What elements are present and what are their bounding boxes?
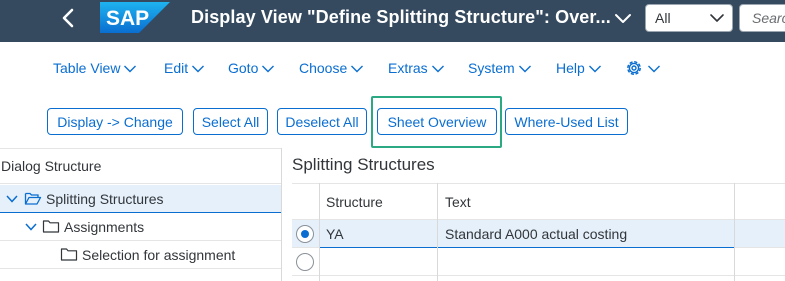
table-header: Structure Text [292,183,785,220]
menu-label: Extras [388,60,428,76]
chevron-down-icon [192,65,205,73]
menu-extras[interactable]: Extras [388,56,445,80]
menu-label: Edit [164,60,189,76]
menu-help[interactable]: Help [556,56,602,80]
menu-goto[interactable]: Goto [228,56,275,80]
deselect-all-button[interactable]: Deselect All [277,108,367,135]
menu-system[interactable]: System [468,56,532,80]
tree-node-label: Assignments [64,219,145,235]
menu-choose[interactable]: Choose [299,56,364,80]
column-divider [319,183,320,281]
tree-node-splitting-structures[interactable]: Splitting Structures [0,185,281,213]
chevron-down-icon [262,65,275,73]
chevron-down-icon [351,65,364,73]
logo-text: SAP [106,7,149,30]
menu-edit[interactable]: Edit [164,56,205,80]
display-change-button[interactable]: Display -> Change [47,108,183,135]
chevron-down-icon [588,65,601,73]
tree-node-assignments[interactable]: Assignments [0,213,281,241]
chevron-down-icon [710,14,724,22]
select-all-button[interactable]: Select All [193,108,268,135]
chevron-down-icon[interactable] [5,193,19,205]
folder-icon [42,220,60,233]
search-scope-select[interactable]: All [645,4,733,32]
table-row[interactable] [292,248,785,276]
dialog-structure-panel: Dialog Structure Splitting Structures As… [0,148,282,281]
menu-bar: Table View Edit Goto Choose Extras Syste… [0,56,785,82]
panel-divider [281,148,282,281]
menu-label: Help [556,60,585,76]
where-used-list-button[interactable]: Where-Used List [505,108,628,135]
tree-node-selection-for-assignment[interactable]: Selection for assignment [0,241,281,269]
dialog-structure-header: Dialog Structure [0,148,281,184]
gear-icon [627,61,641,75]
tree-node-label: Selection for assignment [82,247,236,263]
menu-label: System [468,60,515,76]
menu-label: Choose [299,60,348,76]
open-folder-icon [24,192,42,205]
sheet-overview-button[interactable]: Sheet Overview [377,108,497,135]
search-input[interactable]: Search [739,4,785,32]
cell-text[interactable]: Standard A000 actual costing [445,226,627,242]
back-button[interactable] [52,0,84,36]
column-header-structure[interactable]: Structure [326,194,383,210]
row-selector-radio[interactable] [296,253,314,271]
row-selector-radio[interactable] [296,225,314,243]
tree-node-label: Splitting Structures [46,191,164,207]
table-row[interactable]: YA Standard A000 actual costing [292,220,785,248]
splitting-structures-table: Structure Text YA Standard A000 actual c… [292,183,785,281]
table-title: Splitting Structures [292,155,435,174]
page-title: Display View "Define Splitting Structure… [191,7,611,27]
column-divider [437,183,438,281]
chevron-down-icon [648,65,660,73]
chevron-down-icon [124,65,137,73]
menu-label: Table View [53,60,121,76]
sap-logo: SAP [100,2,170,33]
cell-structure[interactable]: YA [326,226,344,242]
chevron-down-icon [518,65,531,73]
back-arrow-icon [62,8,74,28]
radio-dot [301,230,309,238]
search-scope-value: All [655,10,671,26]
title-menu-button[interactable] [612,9,634,27]
menu-label: Goto [228,60,259,76]
search-placeholder: Search [752,10,785,26]
menu-settings[interactable] [624,56,661,80]
shell-bar: SAP Display View "Define Splitting Struc… [0,0,785,42]
column-header-text[interactable]: Text [445,194,471,210]
column-divider [734,183,735,281]
folder-icon [60,248,78,261]
chevron-down-icon[interactable] [24,221,38,233]
chevron-down-icon [615,14,631,23]
chevron-down-icon [431,65,444,73]
menu-table-view[interactable]: Table View [53,56,137,80]
